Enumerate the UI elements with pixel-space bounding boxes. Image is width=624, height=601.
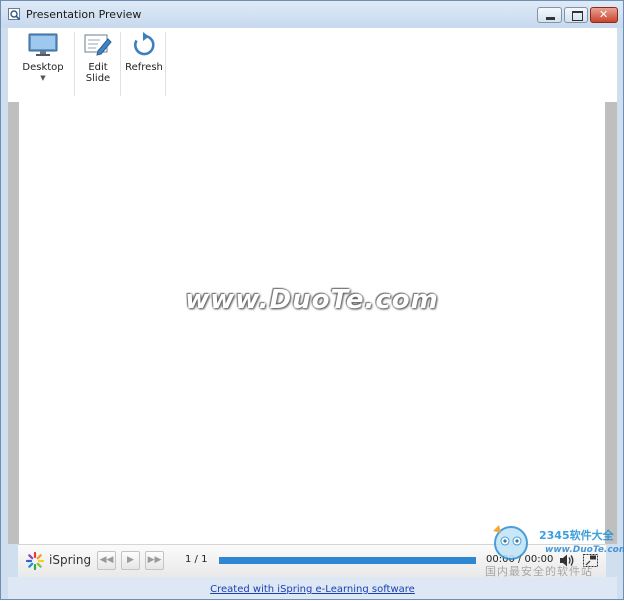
play-icon: ▶ bbox=[127, 555, 134, 565]
fast-forward-icon: ▶▶ bbox=[147, 555, 162, 565]
edit-slide-button[interactable]: Edit Slide bbox=[80, 28, 116, 100]
slide-counter: 1 / 1 bbox=[185, 554, 208, 565]
edit-slide-icon bbox=[84, 34, 112, 56]
progress-fill bbox=[219, 557, 476, 564]
toolbar-separator bbox=[120, 32, 121, 96]
progress-bar[interactable] bbox=[219, 557, 476, 564]
close-button[interactable]: ✕ bbox=[590, 7, 618, 23]
preview-stage: www.DuoTe.com bbox=[8, 102, 617, 544]
edit-slide-label-line1: Edit bbox=[88, 62, 108, 73]
ispring-credit-link[interactable]: Created with iSpring e-Learning software bbox=[210, 584, 415, 595]
toolbar-separator bbox=[165, 32, 166, 96]
play-button[interactable]: ▶ bbox=[121, 551, 140, 570]
corner-watermark-logo: 2345软件大全 www.DuoTe.com 国内最安全的软件站 bbox=[483, 521, 624, 595]
window-title: Presentation Preview bbox=[26, 8, 142, 21]
search-icon bbox=[8, 8, 21, 21]
refresh-label: Refresh bbox=[125, 62, 163, 73]
slide-canvas[interactable]: www.DuoTe.com bbox=[19, 102, 605, 544]
player-brand: iSpring bbox=[49, 553, 92, 567]
ispring-logo-icon bbox=[25, 551, 45, 571]
edit-slide-label-line2: Slide bbox=[85, 73, 111, 84]
toolbar-ribbon: Desktop ▼ Edit Slide Refresh bbox=[8, 28, 617, 103]
minimize-icon bbox=[546, 17, 555, 20]
presentation-preview-window: Presentation Preview ✕ Desktop ▼ Edit Sl… bbox=[0, 0, 624, 600]
title-bar[interactable]: Presentation Preview ✕ bbox=[1, 1, 623, 28]
minimize-button[interactable] bbox=[537, 7, 562, 23]
desktop-button[interactable]: Desktop ▼ bbox=[22, 28, 64, 100]
maximize-icon bbox=[572, 11, 583, 21]
monitor-icon bbox=[28, 33, 58, 56]
corner-logo-site: www.DuoTe.com bbox=[545, 545, 624, 555]
mascot-icon bbox=[493, 525, 528, 560]
fast-forward-button[interactable]: ▶▶ bbox=[145, 551, 164, 570]
dropdown-arrow-icon: ▼ bbox=[40, 74, 46, 82]
refresh-icon bbox=[134, 32, 155, 56]
corner-logo-text: 2345软件大全 bbox=[539, 529, 614, 542]
desktop-label: Desktop bbox=[22, 62, 64, 73]
toolbar-separator bbox=[74, 32, 75, 96]
watermark-text: www.DuoTe.com bbox=[185, 285, 439, 315]
rewind-button[interactable]: ◀◀ bbox=[97, 551, 116, 570]
rewind-icon: ◀◀ bbox=[99, 555, 114, 565]
maximize-button[interactable] bbox=[564, 7, 588, 23]
close-icon: ✕ bbox=[599, 8, 609, 21]
corner-logo-caption: 国内最安全的软件站 bbox=[485, 565, 593, 578]
refresh-button[interactable]: Refresh bbox=[125, 28, 163, 100]
